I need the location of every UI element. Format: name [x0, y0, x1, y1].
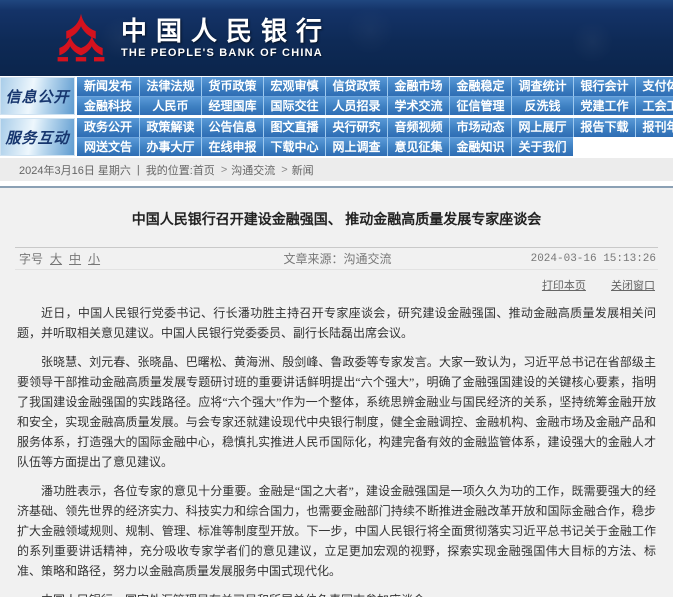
nav-row-4: 网送文告办事大厅在线申报下载中心网上调查意见征集金融知识关于我们 — [77, 137, 673, 156]
nav-section-info-disclosure[interactable]: 信息公开 — [0, 77, 75, 115]
nav-item[interactable]: 下载中心 — [263, 137, 325, 156]
nav-item[interactable]: 政务公开 — [77, 118, 139, 137]
breadcrumb-location-label: 我的位置: — [146, 162, 193, 178]
nav-item[interactable]: 信贷政策 — [325, 77, 387, 96]
nav-item[interactable]: 央行研究 — [325, 118, 387, 137]
article-datetime: 2024-03-16 15:13:26 — [469, 253, 658, 265]
bank-name-english: THE PEOPLE'S BANK OF CHINA — [121, 47, 331, 59]
nav-item[interactable]: 调查统计 — [511, 77, 573, 96]
breadcrumb: 2024年3月16日 星期六 | 我的位置: 首页 > 沟通交流 > 新闻 — [0, 157, 673, 181]
nav-item[interactable]: 在线申报 — [201, 137, 263, 156]
nav-item[interactable]: 货币政策 — [201, 77, 263, 96]
print-page-button[interactable]: 打印本页 — [542, 280, 586, 292]
article-actions: 打印本页 关闭窗口 — [0, 270, 673, 293]
font-size-link[interactable]: 大 — [50, 250, 62, 267]
nav-item[interactable]: 关于我们 — [511, 137, 573, 156]
article-body: 近日，中国人民银行党委书记、行长潘功胜主持召开专家座谈会，研究建设金融强国、推动… — [0, 293, 673, 597]
nav-item[interactable]: 征信管理 — [449, 96, 511, 115]
article-paragraph: 近日，中国人民银行党委书记、行长潘功胜主持召开专家座谈会，研究建设金融强国、推动… — [17, 303, 656, 343]
font-size-links: 大中小 — [43, 250, 100, 267]
bank-name-block: 中国人民银行 THE PEOPLE'S BANK OF CHINA — [121, 17, 331, 59]
breadcrumb-date: 2024年3月16日 星期六 — [19, 162, 131, 178]
nav-item[interactable]: 宏观审慎 — [263, 77, 325, 96]
breadcrumb-caret-icon: > — [221, 164, 227, 176]
font-size-link[interactable]: 小 — [88, 250, 100, 267]
nav-item[interactable]: 报刊年鉴 — [635, 118, 673, 137]
nav-item[interactable]: 银行会计 — [573, 77, 635, 96]
font-size-controls: 字号 大中小 — [15, 250, 206, 267]
breadcrumb-link-channel[interactable]: 沟通交流 — [231, 162, 275, 178]
nav-item[interactable]: 国际交往 — [263, 96, 325, 115]
article-paragraph: 潘功胜表示，各位专家的意见十分重要。金融是“国之大者”，建设金融强国是一项久久为… — [17, 481, 656, 581]
nav-item[interactable]: 金融稳定 — [449, 77, 511, 96]
nav-rows: 新闻发布法律法规货币政策宏观审慎信贷政策金融市场金融稳定调查统计银行会计支付体系… — [77, 77, 673, 115]
nav-item[interactable]: 金融科技 — [77, 96, 139, 115]
breadcrumb-link-home[interactable]: 首页 — [193, 162, 215, 178]
nav-item[interactable]: 音频视频 — [387, 118, 449, 137]
site-header: 中国人民银行 THE PEOPLE'S BANK OF CHINA — [0, 0, 673, 76]
nav-item[interactable]: 党建工作 — [573, 96, 635, 115]
bank-name-chinese: 中国人民银行 — [121, 17, 331, 47]
nav-item[interactable]: 人员招录 — [325, 96, 387, 115]
nav-item[interactable]: 网上调查 — [325, 137, 387, 156]
nav-item[interactable]: 学术交流 — [387, 96, 449, 115]
article-paragraph: 张晓慧、刘元春、张晓晶、巴曙松、黄海洲、殷剑峰、鲁政委等专家发言。大家一致认为，… — [17, 352, 656, 472]
pbc-emblem-icon — [55, 12, 107, 64]
nav-item[interactable]: 新闻发布 — [77, 77, 139, 96]
article-paragraph: 中国人民银行、国家外汇管理局有关司局和所属单位负责同志参加座谈会。 — [17, 590, 656, 597]
nav-item[interactable]: 网送文告 — [77, 137, 139, 156]
nav-item[interactable]: 反洗钱 — [511, 96, 573, 115]
nav-item[interactable]: 工会工作 — [635, 96, 673, 115]
nav-item[interactable]: 支付体系 — [635, 77, 673, 96]
font-size-label: 字号 — [19, 250, 43, 267]
main-navigation: 信息公开 新闻发布法律法规货币政策宏观审慎信贷政策金融市场金融稳定调查统计银行会… — [0, 76, 673, 157]
nav-item[interactable]: 网上展厅 — [511, 118, 573, 137]
nav-item[interactable]: 金融知识 — [449, 137, 511, 156]
close-window-button[interactable]: 关闭窗口 — [611, 280, 655, 292]
nav-row-2: 金融科技人民币经理国库国际交往人员招录学术交流征信管理反洗钱党建工作工会工作 — [77, 96, 673, 115]
nav-item[interactable]: 公告信息 — [201, 118, 263, 137]
nav-item[interactable]: 办事大厅 — [139, 137, 201, 156]
nav-item[interactable]: 政策解读 — [139, 118, 201, 137]
nav-item[interactable]: 市场动态 — [449, 118, 511, 137]
breadcrumb-divider: | — [137, 164, 140, 176]
nav-item[interactable]: 报告下载 — [573, 118, 635, 137]
breadcrumb-link-news[interactable]: 新闻 — [292, 162, 314, 178]
nav-rows: 政务公开政策解读公告信息图文直播央行研究音频视频市场动态网上展厅报告下载报刊年鉴… — [77, 118, 673, 156]
breadcrumb-caret-icon: > — [281, 164, 287, 176]
nav-item[interactable]: 意见征集 — [387, 137, 449, 156]
article-source: 文章来源：沟通交流 — [206, 250, 468, 267]
nav-section-service-interaction[interactable]: 服务互动 — [0, 118, 75, 156]
nav-item[interactable]: 经理国库 — [201, 96, 263, 115]
nav-item[interactable]: 图文直播 — [263, 118, 325, 137]
nav-item[interactable]: 人民币 — [139, 96, 201, 115]
bank-logo-home-link[interactable]: 中国人民银行 THE PEOPLE'S BANK OF CHINA — [55, 12, 331, 64]
nav-item[interactable]: 法律法规 — [139, 77, 201, 96]
nav-item[interactable]: 金融市场 — [387, 77, 449, 96]
nav-row-1: 新闻发布法律法规货币政策宏观审慎信贷政策金融市场金融稳定调查统计银行会计支付体系 — [77, 77, 673, 96]
page-title: 中国人民银行召开建设金融强国、 推动金融高质量发展专家座谈会 — [0, 188, 673, 231]
nav-group-info-disclosure: 信息公开 新闻发布法律法规货币政策宏观审慎信贷政策金融市场金融稳定调查统计银行会… — [0, 77, 673, 115]
font-size-link[interactable]: 中 — [69, 250, 81, 267]
article-content-area: 中国人民银行召开建设金融强国、 推动金融高质量发展专家座谈会 字号 大中小 文章… — [0, 188, 673, 597]
nav-row-3: 政务公开政策解读公告信息图文直播央行研究音频视频市场动态网上展厅报告下载报刊年鉴 — [77, 118, 673, 137]
article-meta-bar: 字号 大中小 文章来源：沟通交流 2024-03-16 15:13:26 — [15, 247, 658, 270]
nav-group-service-interaction: 服务互动 政务公开政策解读公告信息图文直播央行研究音频视频市场动态网上展厅报告下… — [0, 118, 673, 156]
